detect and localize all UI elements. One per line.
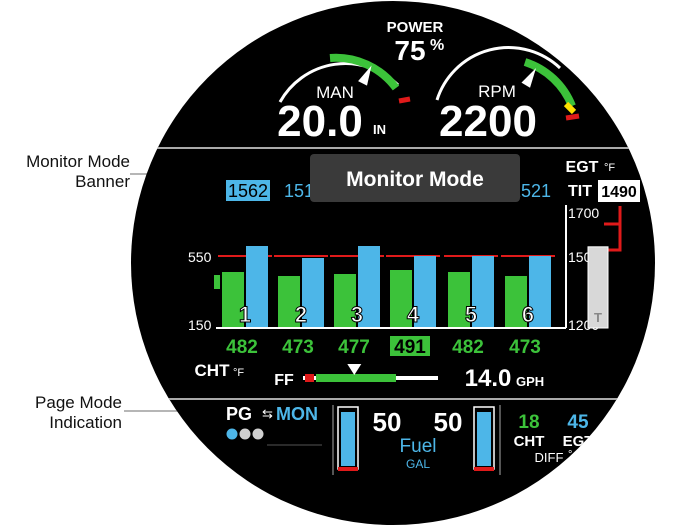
page-dot: [239, 428, 251, 440]
egt-scale-tick-label: 1700: [568, 205, 599, 221]
page-dots: [226, 428, 264, 440]
cht-value: 482: [452, 337, 484, 358]
power-value: 75: [394, 35, 425, 66]
cht-label: CHT: [195, 361, 231, 380]
cylinder-number: 5: [465, 302, 477, 327]
fuel-right-gauge-fill: [477, 412, 491, 466]
fuel-left-gauge-low: [338, 467, 358, 471]
fuel-unit: GAL: [406, 457, 430, 471]
fuel-flow-value: 14.0: [465, 365, 512, 392]
cylinder-number: 4: [407, 302, 420, 327]
fuel-flow-low-band: [305, 374, 314, 382]
page-dot: [252, 428, 264, 440]
cht-scale-tick-label: 150: [188, 317, 212, 333]
tit-bar-letter: T: [594, 310, 602, 325]
cht-value: 477: [338, 337, 370, 358]
cht-value: 482: [226, 337, 258, 358]
diff-unit: °: [568, 449, 572, 461]
fuel-flow-label: FF: [274, 372, 294, 389]
diff-egt-label: EGT: [563, 433, 594, 450]
egt-value: 1562: [228, 181, 268, 201]
fuel-right-gauge-low: [474, 467, 494, 471]
fuel-flow-green-band: [316, 374, 396, 382]
diff-cht-label: CHT: [514, 433, 545, 450]
diff-label: DIFF: [535, 450, 564, 465]
fuel-left-value: 50: [373, 407, 402, 437]
fuel-label: Fuel: [400, 436, 437, 457]
monitor-mode-banner-text: Monitor Mode: [346, 168, 484, 191]
rpm-value: 2200: [439, 97, 537, 146]
engine-display: POWER 75 % MAN 20.0 IN RPM 2200 EGT °F 1…: [124, 1, 655, 525]
manifold-unit: IN: [373, 122, 386, 137]
cylinder-number: 2: [295, 302, 307, 327]
diff-cht-value: 18: [518, 412, 539, 433]
page-dot-active: [226, 428, 238, 440]
manifold-redline: [398, 96, 411, 104]
egt-label: EGT: [566, 159, 599, 176]
cht-value: 473: [509, 337, 541, 358]
fuel-right-value: 50: [434, 407, 463, 437]
cylinder-number: 1: [239, 302, 251, 327]
egt-unit: °F: [604, 162, 615, 174]
rpm-redline: [565, 113, 580, 121]
fuel-flow-unit: GPH: [516, 374, 544, 389]
power-label: POWER: [387, 19, 444, 36]
cht-value: 491: [394, 337, 426, 358]
cht-unit: °F: [233, 367, 244, 379]
cht-scale-green-band: [214, 275, 220, 289]
cylinder-number: 6: [522, 302, 534, 327]
tit-label: TIT: [568, 183, 592, 200]
cht-scale-tick-label: 550: [188, 249, 212, 265]
page-label: PG: [226, 404, 252, 424]
fuel-left-gauge-fill: [341, 412, 355, 466]
cylinder-number: 3: [351, 302, 363, 327]
manifold-value: 20.0: [277, 97, 363, 146]
power-unit: %: [430, 37, 444, 54]
tit-value: 1490: [601, 184, 637, 201]
page-mode-arrow-icon: ⇆: [262, 406, 273, 421]
mon-label: MON: [276, 404, 318, 424]
diff-egt-value: 45: [567, 412, 589, 433]
cht-value: 473: [282, 337, 314, 358]
